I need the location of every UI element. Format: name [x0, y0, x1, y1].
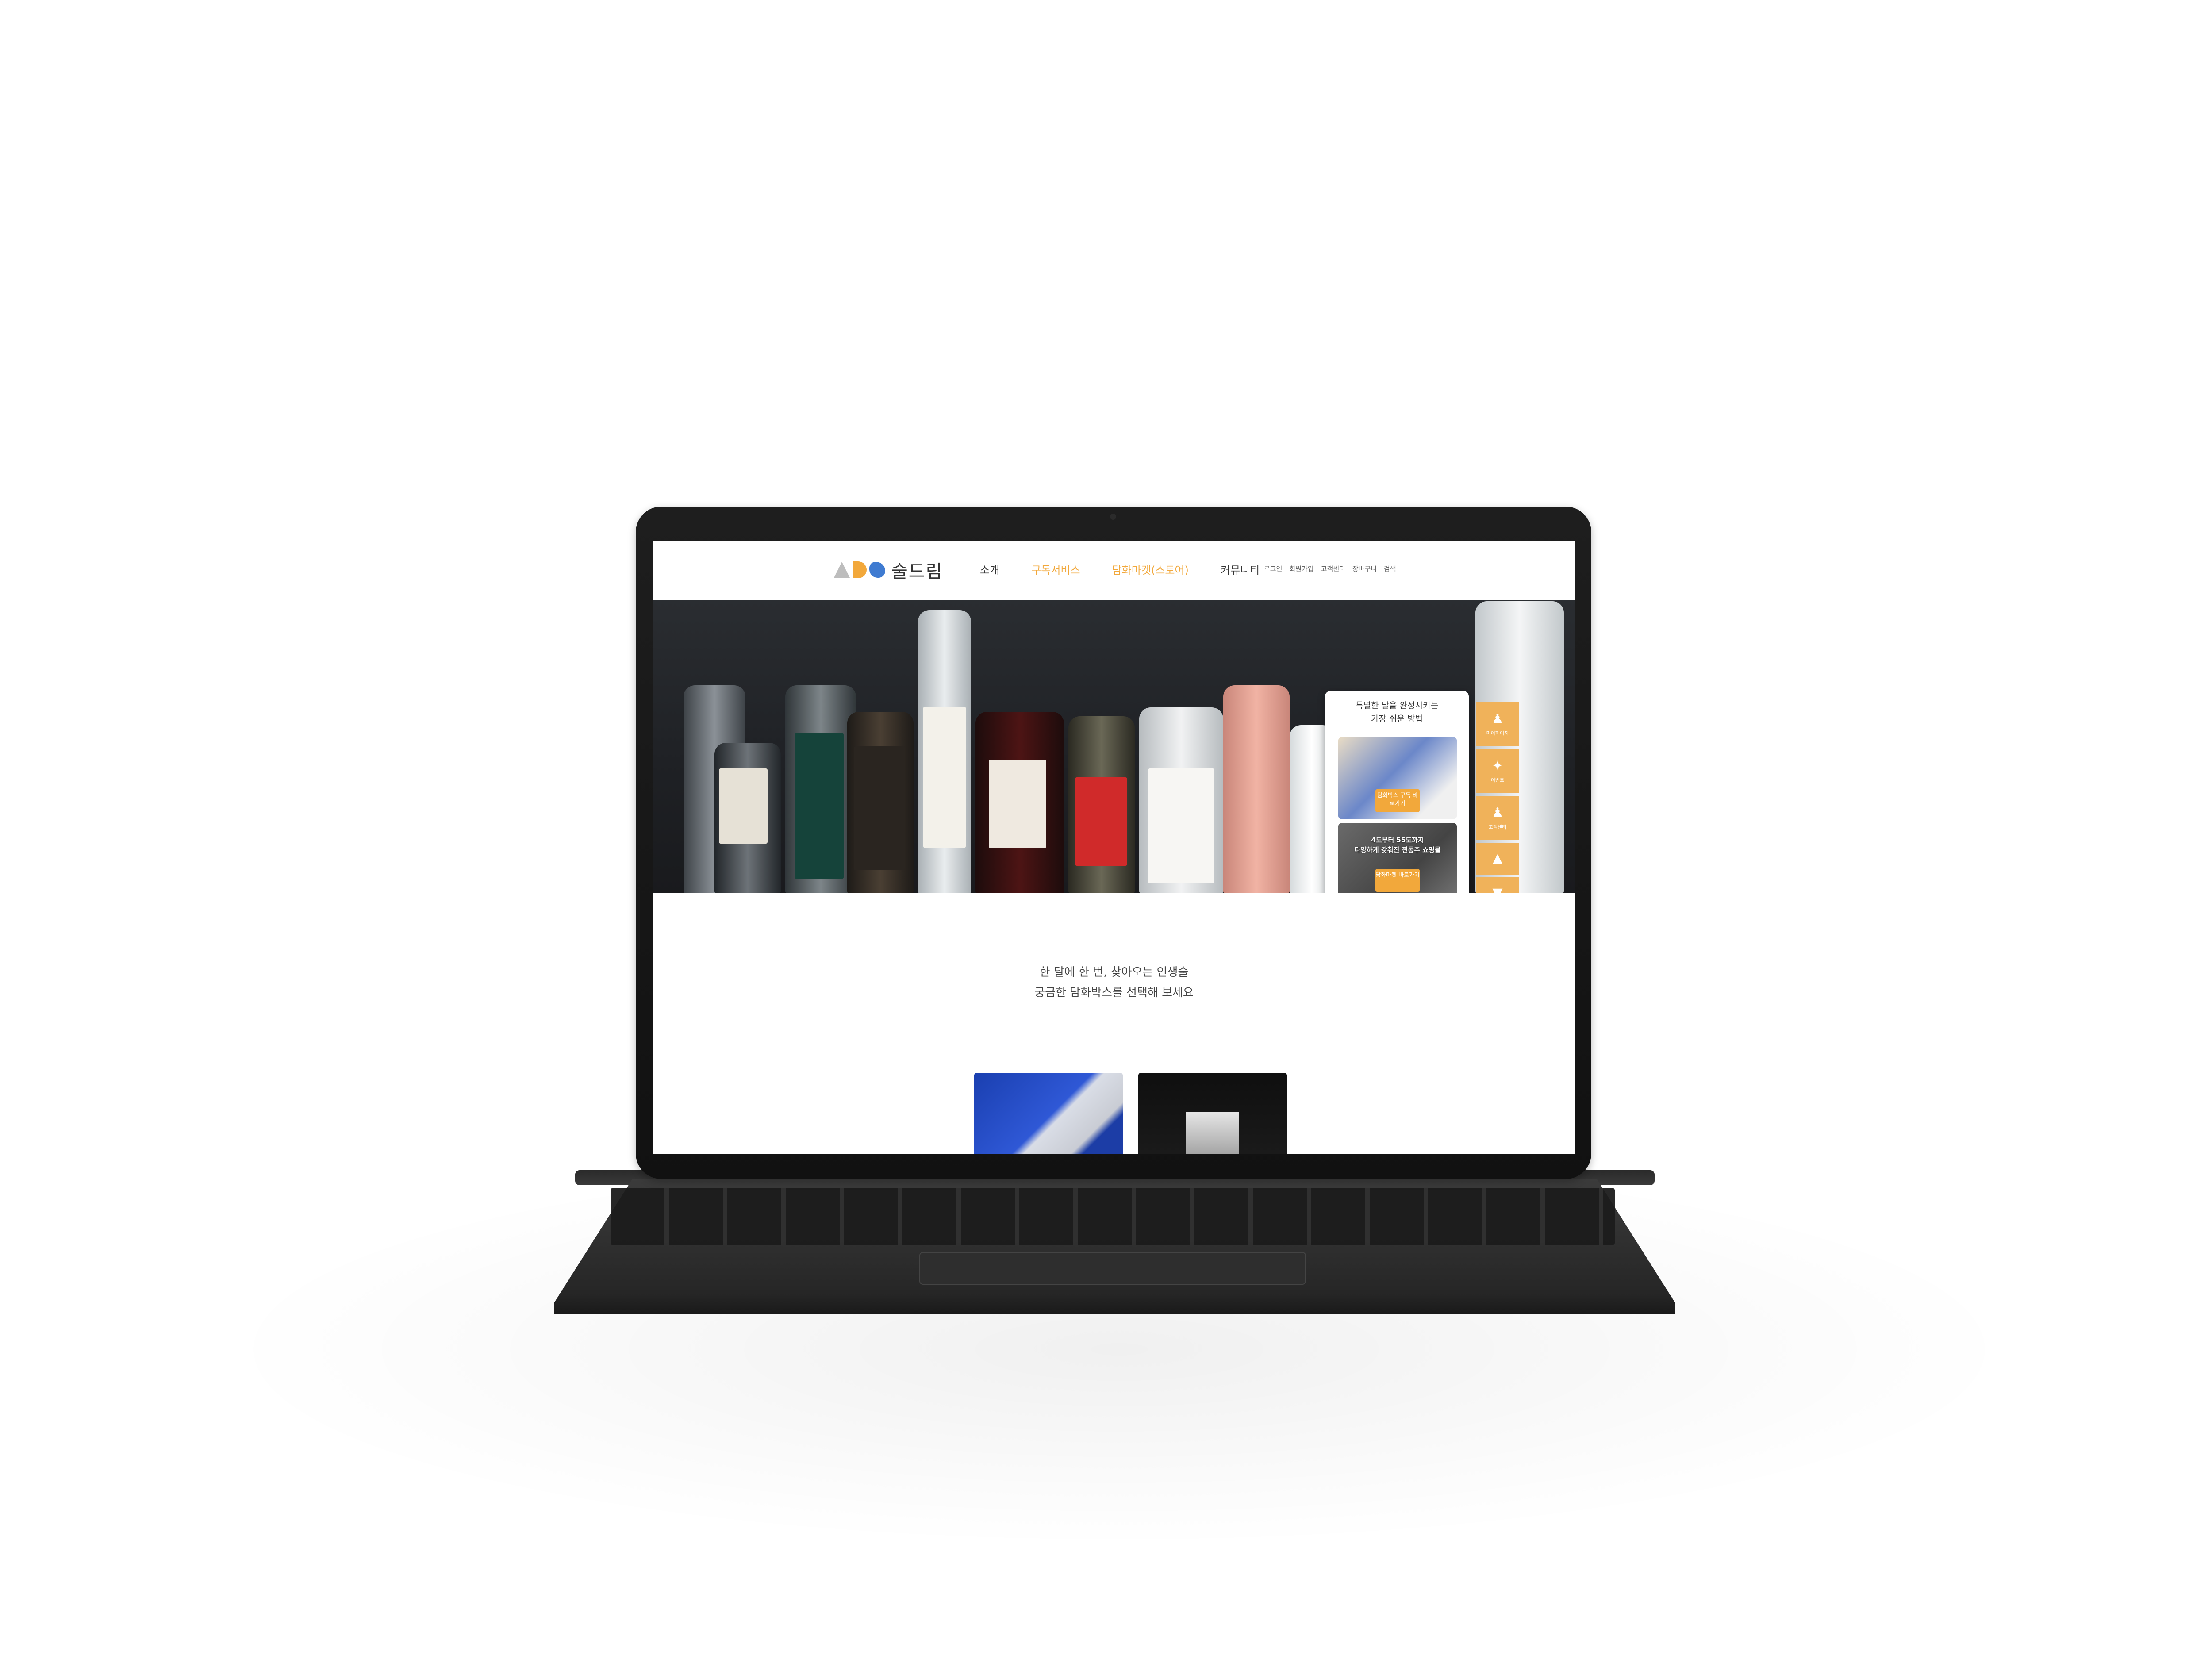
store-button[interactable]: 담화마켓 바로가기 [1375, 869, 1420, 892]
logo-text: 술드림 [891, 561, 943, 582]
tablet-device: 술드림 소개 구독서비스 담화마켓(스토어) 커뮤니티 로그인 회원가입 고객센… [636, 507, 1591, 1179]
support-button[interactable]: ♟ 고객센터 [1476, 796, 1519, 840]
cart-link[interactable]: 장바구니 [1352, 564, 1377, 573]
support-label: 고객센터 [1488, 824, 1507, 830]
nav-community[interactable]: 커뮤니티 [1221, 561, 1260, 577]
store-card-line2: 다양하게 갖춰진 전통주 쇼핑몰 [1354, 846, 1441, 854]
mypage-button[interactable]: ♟ 마이페이지 [1476, 702, 1519, 746]
gift-box-image [1186, 1112, 1239, 1154]
popup-title-line1: 특별한 날을 완성시키는 [1356, 701, 1438, 710]
site-header: 술드림 소개 구독서비스 담화마켓(스토어) 커뮤니티 로그인 회원가입 고객센… [653, 541, 1575, 600]
signup-link[interactable]: 회원가입 [1289, 564, 1313, 573]
bottle-image [1223, 685, 1290, 893]
nav-store[interactable]: 담화마켓(스토어) [1112, 561, 1189, 577]
store-card-line1: 4도부터 55도까지 [1371, 836, 1424, 844]
bottle-label [989, 760, 1046, 848]
box-thumbnail[interactable] [1138, 1073, 1287, 1154]
bottle-label [923, 707, 966, 848]
main-nav: 소개 구독서비스 담화마켓(스토어) 커뮤니티 [980, 561, 1260, 577]
event-button[interactable]: ✦ 이벤트 [1476, 749, 1519, 793]
arrow-down-icon: ▼ [1492, 885, 1503, 894]
store-card[interactable]: 4도부터 55도까지 다양하게 갖춰진 전통주 쇼핑몰 담화마켓 바로가기 [1338, 823, 1457, 893]
subscription-card[interactable]: 담화박스 구독 바로가기 [1338, 737, 1457, 819]
bottle-label [854, 746, 905, 870]
logo-triangle-icon [834, 562, 850, 578]
box-intro-line2: 궁금한 담화박스를 선택해 보세요 [1034, 986, 1194, 999]
mypage-label: 마이페이지 [1486, 730, 1509, 736]
box-thumbnail[interactable] [974, 1073, 1123, 1154]
bottle-label [1075, 777, 1127, 866]
camera [1110, 514, 1116, 520]
arrow-up-icon: ▲ [1492, 851, 1503, 866]
customer-center-link[interactable]: 고객센터 [1321, 564, 1345, 573]
keyboard-keys [611, 1188, 1615, 1245]
popup-title-line2: 가장 쉬운 방법 [1371, 714, 1423, 724]
bottle-label [719, 768, 768, 844]
bottle-label [1148, 768, 1214, 883]
quick-sidebar: ♟ 마이페이지 ✦ 이벤트 ♟ 고객센터 ▲ ▼ [1476, 702, 1519, 893]
hero-banner: 특별한 날을 완성시키는 가장 쉬운 방법 담화박스 구독 바로가기 4도부터 … [653, 600, 1575, 893]
nav-subscription[interactable]: 구독서비스 [1031, 561, 1080, 577]
subscription-button[interactable]: 담화박스 구독 바로가기 [1375, 789, 1420, 812]
scroll-down-button[interactable]: ▼ [1476, 877, 1519, 893]
event-label: 이벤트 [1490, 777, 1505, 783]
touchpad [919, 1252, 1306, 1285]
utility-nav: 로그인 회원가입 고객센터 장바구니 검색 [1264, 564, 1396, 573]
box-intro-line1: 한 달에 한 번, 찾아오는 인생술 [1039, 966, 1189, 979]
search-link[interactable]: 검색 [1384, 564, 1396, 573]
nav-about[interactable]: 소개 [980, 561, 999, 577]
bottle-label [795, 733, 844, 879]
scroll-up-button[interactable]: ▲ [1476, 843, 1519, 875]
popup-title: 특별한 날을 완성시키는 가장 쉬운 방법 [1325, 699, 1469, 726]
promo-popup: 특별한 날을 완성시키는 가장 쉬운 방법 담화박스 구독 바로가기 4도부터 … [1325, 691, 1469, 893]
logo-flower-icon [869, 562, 885, 578]
box-intro-text: 한 달에 한 번, 찾아오는 인생술 궁금한 담화박스를 선택해 보세요 [653, 962, 1575, 1003]
logo-half-circle-icon [853, 561, 867, 578]
party-icon: ✦ [1492, 758, 1503, 774]
screen: 술드림 소개 구독서비스 담화마켓(스토어) 커뮤니티 로그인 회원가입 고객센… [653, 541, 1575, 1154]
login-link[interactable]: 로그인 [1264, 564, 1282, 573]
support-icon: ♟ [1491, 805, 1504, 821]
site-logo[interactable]: 술드림 [834, 559, 943, 582]
user-icon: ♟ [1491, 711, 1504, 727]
